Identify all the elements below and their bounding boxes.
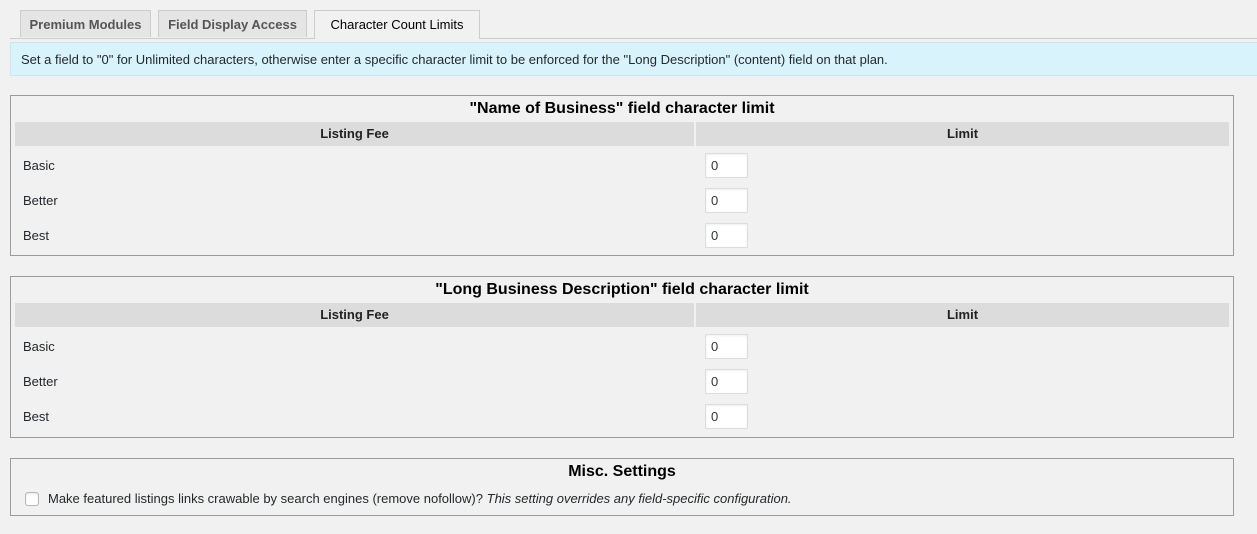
misc-settings-section: Misc. Settings Make featured listings li… bbox=[10, 458, 1234, 516]
tab-premium-modules[interactable]: Premium Modules bbox=[20, 10, 151, 37]
column-header-listing-fee: Listing Fee bbox=[15, 122, 694, 146]
section-title: "Long Business Description" field charac… bbox=[435, 281, 809, 298]
table-row: Basic bbox=[15, 329, 1229, 364]
row-label-better: Better bbox=[23, 374, 58, 389]
column-header-listing-fee: Listing Fee bbox=[15, 303, 694, 327]
table-row: Best bbox=[15, 399, 1229, 434]
description-limit-section: "Long Business Description" field charac… bbox=[10, 276, 1234, 438]
tab-character-count-limits[interactable]: Character Count Limits bbox=[314, 10, 480, 39]
desc-limit-basic-input[interactable] bbox=[705, 334, 748, 359]
column-header-limit: Limit bbox=[696, 303, 1229, 327]
table-header: Listing Fee Limit bbox=[15, 303, 1229, 327]
row-label-basic: Basic bbox=[23, 158, 55, 173]
crawlable-label: Make featured listings links crawable by… bbox=[48, 491, 792, 507]
crawlable-note: This setting overrides any field-specifi… bbox=[486, 491, 792, 506]
name-limit-basic-input[interactable] bbox=[705, 153, 748, 178]
row-label-best: Best bbox=[23, 228, 50, 243]
settings-tabs: Premium Modules Field Display Access Cha… bbox=[10, 10, 1257, 39]
name-limit-better-input[interactable] bbox=[705, 188, 748, 213]
column-header-limit: Limit bbox=[696, 122, 1229, 146]
row-label-better: Better bbox=[23, 193, 58, 208]
table-header: Listing Fee Limit bbox=[15, 122, 1229, 146]
section-title: "Name of Business" field character limit bbox=[469, 100, 775, 117]
table-row: Best bbox=[15, 218, 1229, 253]
crawlable-label-text: Make featured listings links crawable by… bbox=[48, 491, 483, 506]
desc-limit-better-input[interactable] bbox=[705, 369, 748, 394]
row-label-basic: Basic bbox=[23, 339, 55, 354]
table-row: Basic bbox=[15, 148, 1229, 183]
info-notice: Set a field to "0" for Unlimited charact… bbox=[10, 42, 1257, 76]
desc-limit-best-input[interactable] bbox=[705, 404, 748, 429]
crawlable-checkbox[interactable] bbox=[25, 492, 39, 506]
row-label-best: Best bbox=[23, 409, 50, 424]
table-row: Better bbox=[15, 183, 1229, 218]
tab-field-display-access[interactable]: Field Display Access bbox=[158, 10, 307, 37]
name-limit-section: "Name of Business" field character limit… bbox=[10, 95, 1234, 256]
table-row: Better bbox=[15, 364, 1229, 399]
name-limit-best-input[interactable] bbox=[705, 223, 748, 248]
section-title: Misc. Settings bbox=[568, 463, 676, 480]
